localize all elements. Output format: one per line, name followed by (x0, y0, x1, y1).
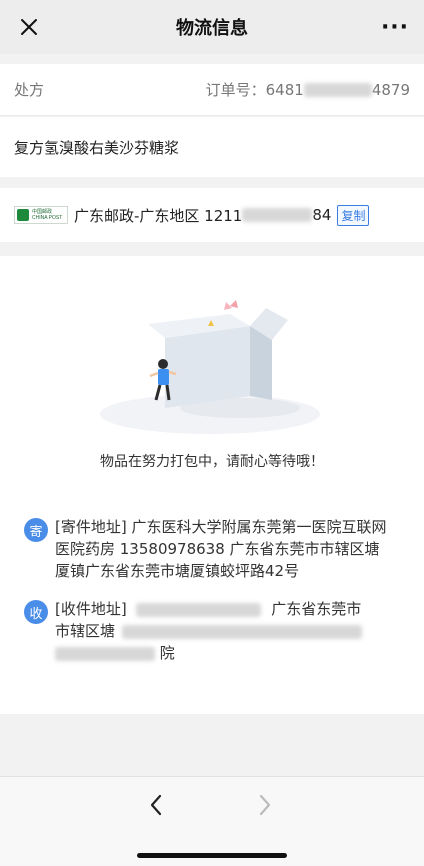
carrier-row: 中国邮政 CHINA POST 广东邮政-广东地区 1211 84 复制 (0, 188, 424, 242)
product-name: 复方氢溴酸右美沙芬糖浆 (14, 138, 180, 157)
forward-arrow-icon[interactable] (253, 791, 277, 819)
receiver-address-text: [收件地址] 广东省东莞市 市辖区塘 院 (55, 598, 390, 664)
order-number-prefix: 订单号：6481 (205, 81, 304, 99)
more-icon[interactable]: ··· (378, 12, 412, 42)
redacted-block (135, 602, 261, 617)
tracking-info: 广东邮政-广东地区 1211 84 (74, 205, 331, 226)
order-number: 订单号：6481 4879 (206, 79, 410, 100)
tracking-suffix: 84 (312, 206, 332, 224)
sender-address: 寄 [寄件地址] 广东医科大学附属东莞第一医院互联网医院药房 135809786… (24, 516, 404, 582)
product-row: 复方氢溴酸右美沙芬糖浆 (0, 117, 424, 177)
receiver-text-2: 市辖区塘 (55, 622, 116, 640)
status-message: 物品在努力打包中，请耐心等待哦！ (100, 454, 324, 470)
logo-text-en: CHINA POST (32, 215, 63, 221)
receiver-address: 收 [收件地址] 广东省东莞市 市辖区塘 院 (24, 598, 404, 664)
copy-button[interactable]: 复制 (337, 204, 370, 226)
receiver-text-3: 院 (159, 644, 175, 662)
china-post-logo: 中国邮政 CHINA POST (14, 206, 68, 224)
china-post-mark-icon (17, 209, 29, 221)
page-title: 物流信息 (176, 18, 248, 39)
receiver-label: [收件地址] (55, 600, 127, 618)
home-indicator (137, 853, 287, 858)
nav-bar: 物流信息 ··· (0, 0, 424, 54)
close-icon[interactable] (14, 12, 44, 42)
bottom-toolbar (0, 776, 424, 866)
order-row: 处方 订单号：6481 4879 (0, 64, 424, 116)
packing-box-illustration (100, 300, 320, 434)
receiver-badge: 收 (24, 600, 48, 624)
carrier-name: 广东邮政-广东地区 1211 (74, 206, 243, 225)
status-card: 物品在努力打包中，请耐心等待哦！ 寄 [寄件地址] 广东医科大学附属东莞第一医院… (0, 256, 424, 714)
sender-badge: 寄 (24, 518, 48, 542)
order-number-suffix: 4879 (371, 80, 410, 99)
redacted-block (55, 646, 155, 661)
redacted-block (242, 208, 313, 222)
back-arrow-icon[interactable] (144, 791, 168, 819)
redacted-block (121, 624, 362, 639)
receiver-text-1: 广东省东莞市 (271, 600, 362, 618)
redacted-block (303, 82, 372, 97)
order-type-label: 处方 (14, 81, 45, 99)
sender-address-text: [寄件地址] 广东医科大学附属东莞第一医院互联网医院药房 13580978638… (55, 518, 387, 580)
